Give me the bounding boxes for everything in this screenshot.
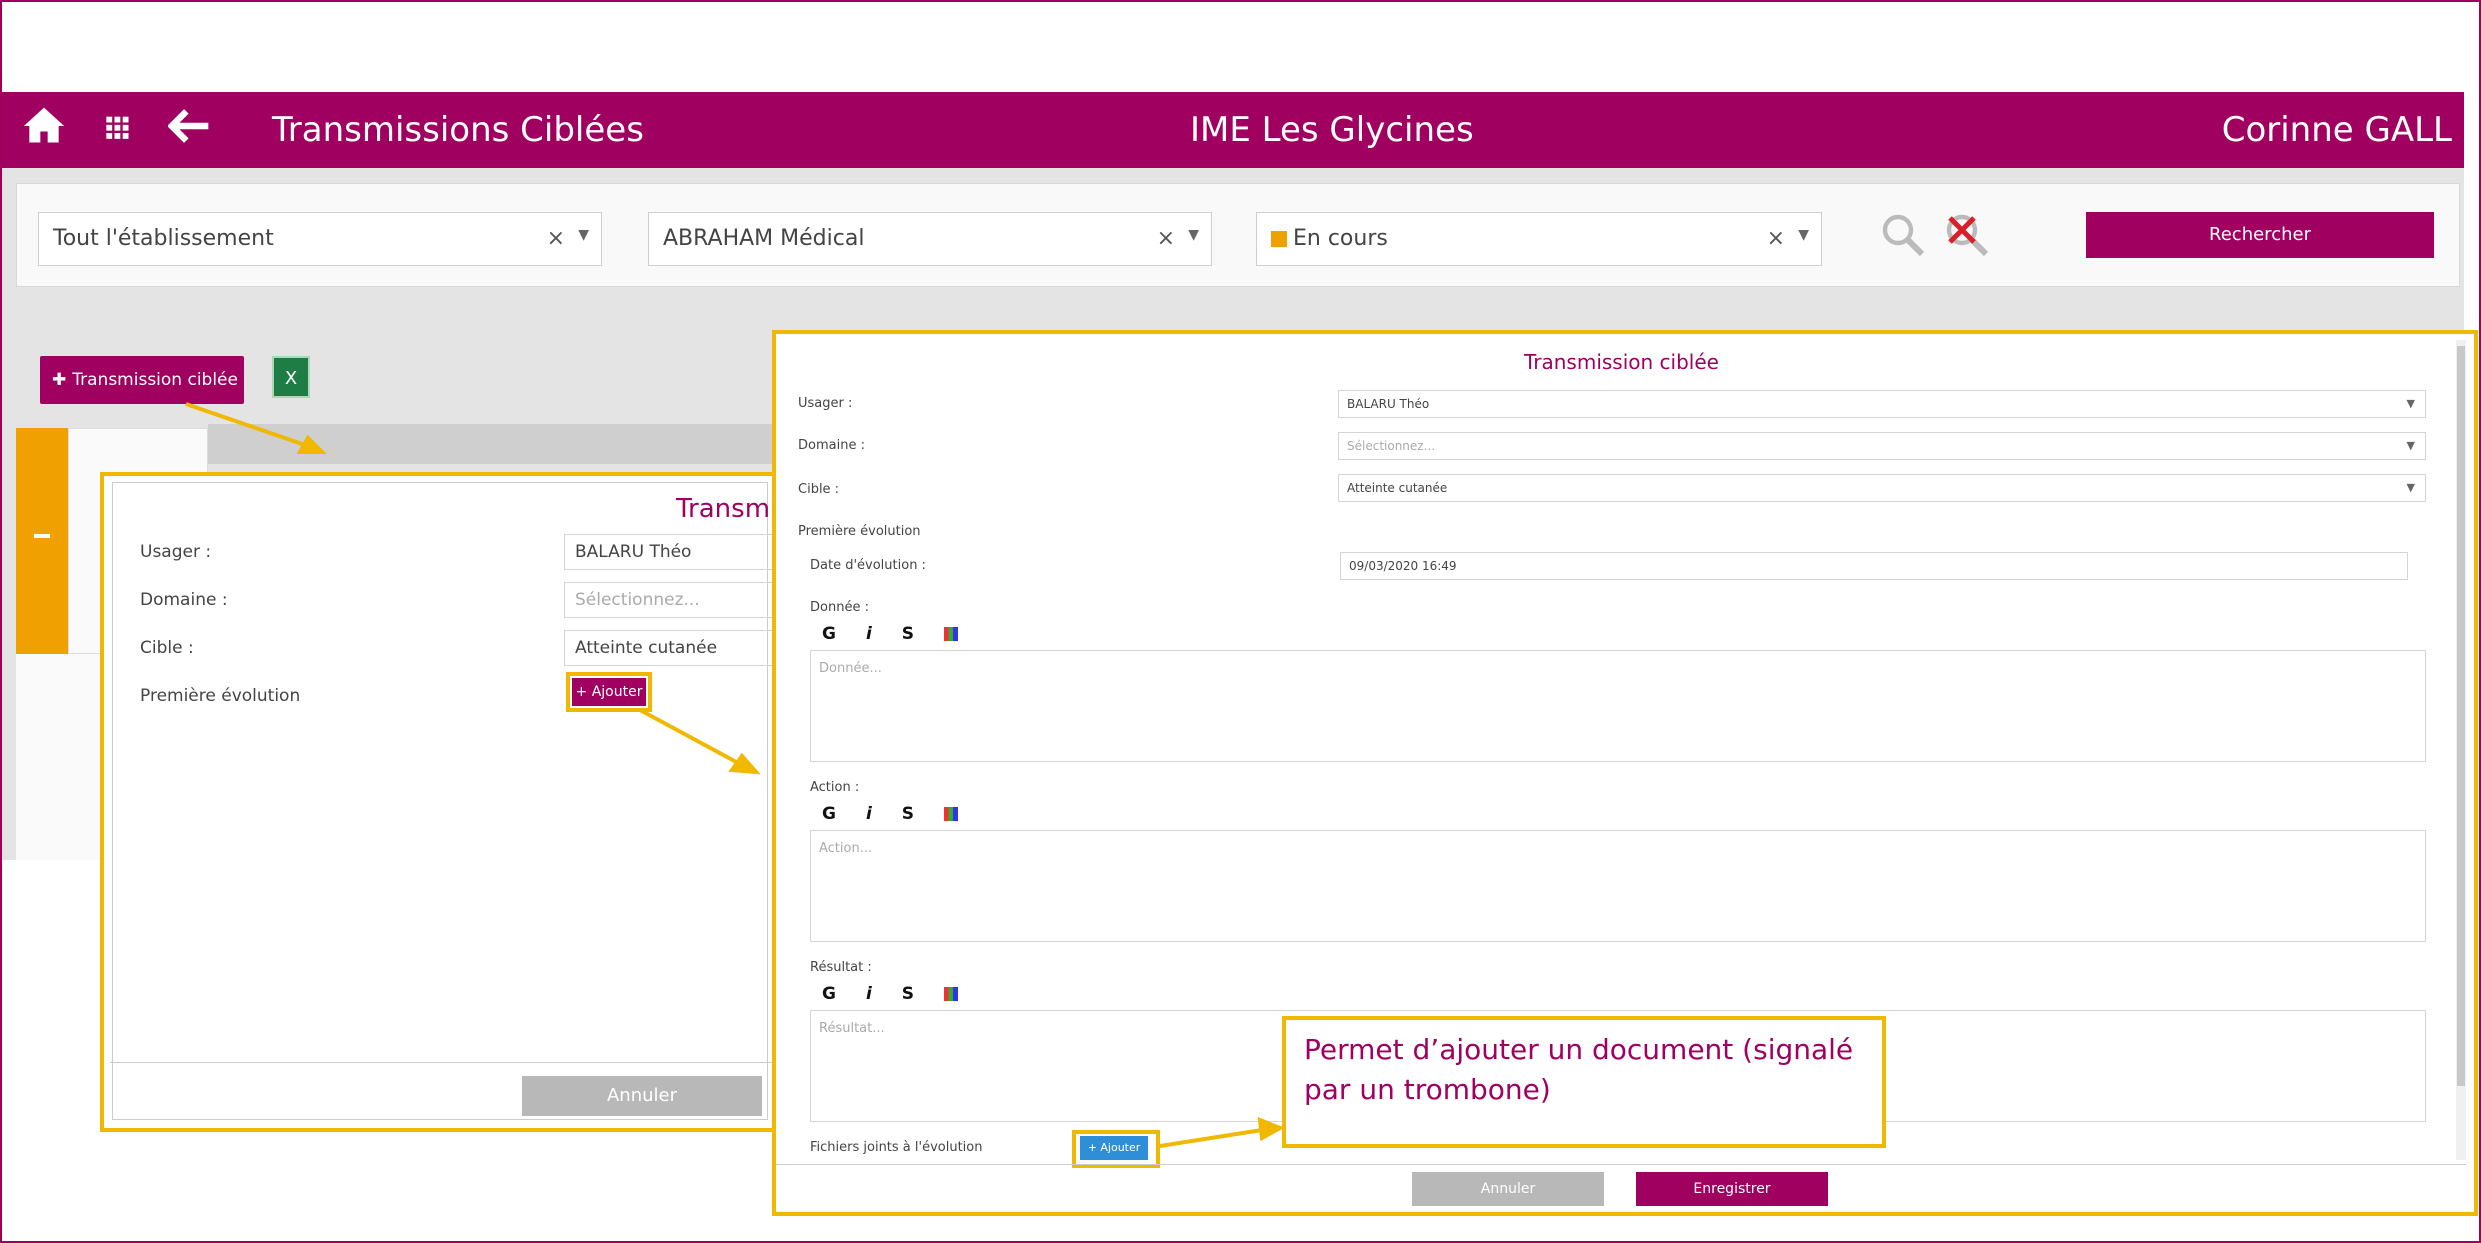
arrow-line — [185, 402, 309, 448]
arrow-head — [728, 752, 761, 775]
arrow-line — [639, 708, 741, 766]
arrow-head — [296, 434, 327, 454]
arrow-line — [1159, 1128, 1263, 1148]
arrow-head — [1257, 1116, 1285, 1142]
annotation-arrows — [185, 402, 1285, 1148]
